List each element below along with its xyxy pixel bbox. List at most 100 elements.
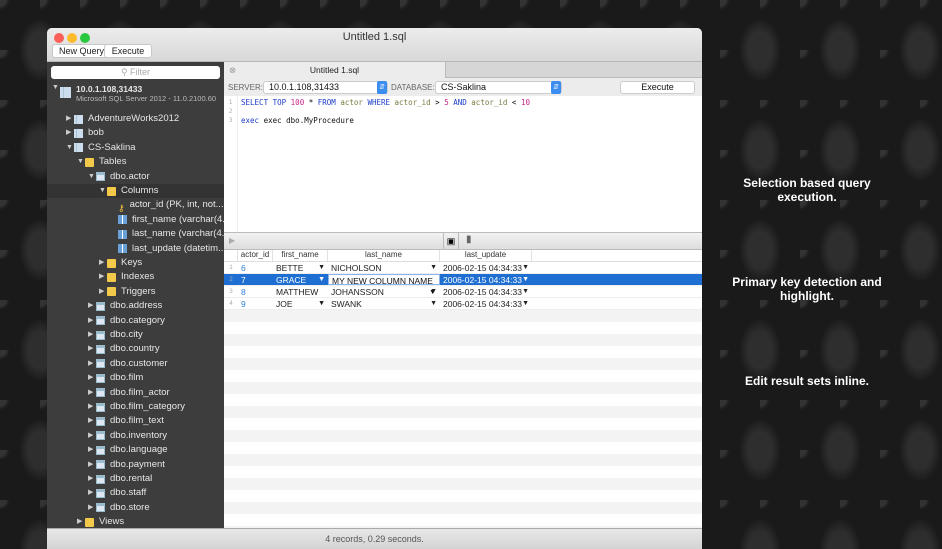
disclosure-closed-icon[interactable]: ▶ <box>88 486 96 500</box>
tree-item[interactable]: ▶ dbo.address <box>88 299 162 313</box>
execute-button[interactable]: Execute <box>620 81 695 94</box>
tree-item[interactable]: ▶ dbo.staff <box>88 486 146 500</box>
cell[interactable]: 2006-02-15 04:34:33 ▼ <box>440 262 532 273</box>
cell[interactable]: BETTE ▼ <box>273 262 328 273</box>
disclosure-open-icon[interactable]: ▼ <box>66 141 74 155</box>
new-query-button[interactable]: New Query <box>52 44 112 58</box>
tree-item[interactable]: ▼ dbo.actor <box>88 170 150 184</box>
tree-item[interactable]: first_name (varchar(4... <box>110 213 230 227</box>
disclosure-closed-icon[interactable]: ▶ <box>88 342 96 356</box>
column-header[interactable]: actor_id <box>238 250 273 261</box>
dropdown-arrow-icon[interactable]: ▼ <box>430 262 440 274</box>
cell[interactable]: 2 <box>224 274 238 285</box>
dropdown-arrow-icon[interactable]: ▼ <box>522 262 532 274</box>
tree-item[interactable]: ▶ dbo.category <box>88 314 165 328</box>
cell[interactable]: 3 <box>224 286 238 297</box>
tree-item[interactable]: ▶ dbo.customer <box>88 357 168 371</box>
cell[interactable]: GRACE ▼ <box>273 274 328 285</box>
disclosure-closed-icon[interactable]: ▶ <box>88 501 96 515</box>
tree-item[interactable]: ▶ Triggers <box>99 285 156 299</box>
tree-item[interactable]: ▶ dbo.film_actor <box>88 386 170 400</box>
tree-item[interactable]: ▼ Columns <box>47 184 224 198</box>
disclosure-closed-icon[interactable]: ▶ <box>88 400 96 414</box>
disclosure-closed-icon[interactable]: ▶ <box>66 112 74 126</box>
tab-untitled-1[interactable]: ⊗ Untitled 1.sql <box>224 62 446 78</box>
disclosure-open-icon[interactable]: ▼ <box>99 184 107 198</box>
disclosure-closed-icon[interactable]: ▶ <box>99 270 107 284</box>
execute-toolbar-button[interactable]: Execute <box>104 44 152 58</box>
tree-item[interactable]: last_name (varchar(4... <box>110 227 230 241</box>
disclosure-closed-icon[interactable]: ▶ <box>88 458 96 472</box>
server-select[interactable]: 10.0.1.108,31433 ⇵ <box>263 81 388 94</box>
messages-icon[interactable]: ▮ <box>466 234 472 245</box>
tree-item[interactable]: ▶ dbo.language <box>88 443 168 457</box>
tree-item[interactable]: ▶ Indexes <box>99 270 154 284</box>
disclosure-closed-icon[interactable]: ▶ <box>88 472 96 486</box>
tree-item[interactable]: ▶ dbo.rental <box>88 472 152 486</box>
cell[interactable]: 7 <box>238 274 273 285</box>
disclosure-closed-icon[interactable]: ▶ <box>88 299 96 313</box>
cell[interactable]: NICHOLSON ▼ <box>328 262 440 273</box>
dropdown-arrow-icon[interactable]: ▼ <box>522 286 532 298</box>
disclosure-closed-icon[interactable]: ▶ <box>88 371 96 385</box>
tree-item[interactable]: ▶ dbo.film_category <box>88 400 185 414</box>
dropdown-arrow-icon[interactable]: ▼ <box>318 298 328 310</box>
tree-item[interactable]: ▶ dbo.store <box>88 501 150 515</box>
tree-item[interactable]: ▶ dbo.film <box>88 371 143 385</box>
cell[interactable]: 2006-02-15 04:34:33 ▼ <box>440 298 532 309</box>
dropdown-arrow-icon[interactable]: ▼ <box>318 274 328 286</box>
tree-item[interactable]: ▶ dbo.film_text <box>88 414 164 428</box>
cell[interactable]: 1 <box>224 262 238 273</box>
cell[interactable]: 9 <box>238 298 273 309</box>
disclosure-closed-icon[interactable]: ▶ <box>66 126 74 140</box>
table-row[interactable]: 4 9 JOE ▼ SWANK ▼ 2006-02-15 04:34:33 ▼ <box>224 298 702 310</box>
tree-item[interactable]: ▶ dbo.payment <box>88 458 165 472</box>
cell[interactable]: 4 <box>224 298 238 309</box>
disclosure-closed-icon[interactable]: ▶ <box>88 443 96 457</box>
tree-item[interactable]: ⚷ actor_id (PK, int, not... <box>110 198 224 213</box>
table-row[interactable]: 3 8 MATTHEW ▼ JOHANSSON ▼ 2006-02-15 04:34:33 ▼ <box>224 286 702 307</box>
database-select[interactable]: CS-Saklina ⇵ <box>435 81 562 94</box>
tree-item[interactable]: last_update (datetim... <box>110 242 226 256</box>
filter-input[interactable]: ⚲ Filter <box>51 66 220 79</box>
play-icon[interactable]: ▶ <box>229 236 235 245</box>
tree-item[interactable]: ▼ CS-Saklina <box>66 141 136 155</box>
tree-item[interactable]: ▶ dbo.city <box>88 328 143 342</box>
cell[interactable]: JOHANSSON ▼ <box>328 286 440 297</box>
results-view-icon[interactable]: ▣ <box>443 233 459 249</box>
cell[interactable]: 2006-02-15 04:34:33 ▼ <box>440 286 532 297</box>
disclosure-closed-icon[interactable]: ▶ <box>88 357 96 371</box>
close-tab-icon[interactable]: ⊗ <box>229 62 236 78</box>
cell[interactable]: SWANK ▼ <box>328 298 440 309</box>
disclosure-closed-icon[interactable]: ▶ <box>88 414 96 428</box>
column-header[interactable]: first_name <box>273 250 328 261</box>
cell[interactable]: JOE ▼ <box>273 298 328 309</box>
sql-editor[interactable]: 1 2 3 SELECT TOP 100 * FROM actor WHERE … <box>224 96 702 232</box>
tree-item[interactable]: ▶ Keys <box>99 256 142 270</box>
disclosure-open-icon[interactable]: ▼ <box>77 155 85 169</box>
cell[interactable]: MY NEW COLUMN NAME ▼ <box>328 274 440 296</box>
dropdown-arrow-icon[interactable]: ▼ <box>522 298 532 310</box>
cell[interactable]: 6 <box>238 262 273 273</box>
tree-item[interactable]: ▼ Tables <box>77 155 126 169</box>
server-node[interactable]: ▼ 10.0.1.108,31433 Microsoft SQL Server … <box>52 84 216 103</box>
dropdown-arrow-icon[interactable]: ▼ <box>430 286 440 298</box>
cell[interactable]: 2006-02-15 04:34:33 ▼ <box>440 274 532 285</box>
disclosure-closed-icon[interactable]: ▶ <box>99 256 107 270</box>
cell[interactable]: 8 <box>238 286 273 297</box>
results-toolbar[interactable]: ▶ ▣ ▮ <box>224 232 702 250</box>
column-header[interactable]: last_update <box>440 250 532 261</box>
tree-item[interactable]: ▶ AdventureWorks2012 <box>66 112 179 126</box>
dropdown-arrow-icon[interactable]: ▼ <box>522 274 532 286</box>
tree-item[interactable]: ▶ dbo.inventory <box>88 429 167 443</box>
column-header[interactable]: last_name <box>328 250 440 261</box>
code-text[interactable]: SELECT TOP 100 * FROM actor WHERE actor_… <box>241 98 530 125</box>
disclosure-closed-icon[interactable]: ▶ <box>88 314 96 328</box>
disclosure-closed-icon[interactable]: ▶ <box>99 285 107 299</box>
dropdown-arrow-icon[interactable]: ▼ <box>430 298 440 310</box>
disclosure-closed-icon[interactable]: ▶ <box>88 429 96 443</box>
cell[interactable]: MATTHEW ▼ <box>273 286 328 307</box>
table-row[interactable]: 1 6 BETTE ▼ NICHOLSON ▼ 2006-02-15 04:34:33 ▼ <box>224 262 702 274</box>
disclosure-open-icon[interactable]: ▼ <box>88 170 96 184</box>
dropdown-arrow-icon[interactable]: ▼ <box>318 262 328 274</box>
